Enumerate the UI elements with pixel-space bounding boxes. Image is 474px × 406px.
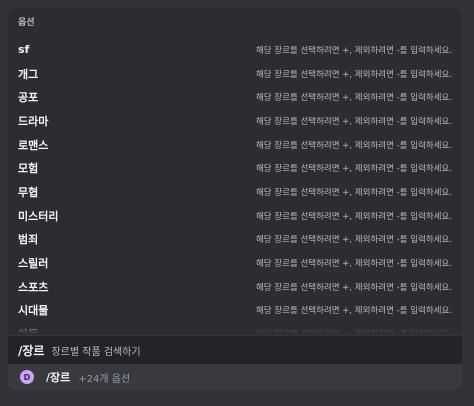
option-name: 시대물	[18, 304, 49, 318]
option-item[interactable]: 아동 해당 장르를 선택하려면 +, 제외하려면 -를 입력하세요.	[8, 322, 462, 334]
option-description: 해당 장르를 선택하려면 +, 제외하려면 -를 입력하세요.	[255, 282, 452, 293]
option-item[interactable]: 개그 해당 장르를 선택하려면 +, 제외하려면 -를 입력하세요.	[8, 62, 462, 86]
input-command-chip[interactable]: /장르	[46, 369, 70, 385]
option-item[interactable]: 스포츠 해당 장르를 선택하려면 +, 제외하려면 -를 입력하세요.	[8, 275, 462, 299]
options-header: 옵션	[18, 18, 35, 28]
option-name: 스릴러	[18, 257, 49, 271]
option-item[interactable]: sf 해당 장르를 선택하려면 +, 제외하려면 -를 입력하세요.	[8, 38, 462, 62]
option-description: 해당 장르를 선택하려면 +, 제외하려면 -를 입력하세요.	[255, 235, 452, 246]
option-name: 모험	[18, 162, 39, 176]
option-item[interactable]: 로맨스 해당 장르를 선택하려면 +, 제외하려면 -를 입력하세요.	[8, 133, 462, 157]
option-description: 해당 장르를 선택하려면 +, 제외하려면 -를 입력하세요.	[255, 211, 452, 222]
option-name: sf	[18, 43, 30, 57]
option-description: 해당 장르를 선택하려면 +, 제외하려면 -를 입력하세요.	[255, 69, 452, 80]
option-description: 해당 장르를 선택하려면 +, 제외하려면 -를 입력하세요.	[255, 259, 452, 270]
option-item[interactable]: 드라마 해당 장르를 선택하려면 +, 제외하려면 -를 입력하세요.	[8, 109, 462, 133]
command-preview[interactable]: /장르 장르별 작품 검색하기	[8, 336, 462, 364]
option-description: 해당 장르를 선택하려면 +, 제외하려면 -를 입력하세요.	[255, 187, 452, 198]
more-options-hint: +24개 옵션	[78, 373, 131, 385]
app-icon: D	[20, 370, 34, 384]
option-list: sf 해당 장르를 선택하려면 +, 제외하려면 -를 입력하세요. 개그 해당 장르…	[8, 38, 462, 334]
option-name: 개그	[18, 67, 39, 81]
option-name: 스포츠	[18, 280, 49, 294]
command-description: 장르별 작품 검색하기	[51, 346, 141, 358]
option-name: 드라마	[18, 114, 49, 128]
autocomplete-popup: 옵션 sf 해당 장르를 선택하려면 +, 제외하려면 -를 입력하세요. 개그 해당…	[8, 8, 462, 334]
option-item[interactable]: 무협 해당 장르를 선택하려면 +, 제외하려면 -를 입력하세요.	[8, 180, 462, 204]
option-item[interactable]: 시대물 해당 장르를 선택하려면 +, 제외하려면 -를 입력하세요.	[8, 299, 462, 323]
command-name: /장르	[18, 343, 45, 358]
option-description: 해당 장르를 선택하려면 +, 제외하려면 -를 입력하세요.	[255, 116, 452, 127]
option-description: 해당 장르를 선택하려면 +, 제외하려면 -를 입력하세요.	[256, 328, 452, 334]
option-name: 범죄	[18, 233, 39, 247]
option-item[interactable]: 미스터리 해당 장르를 선택하려면 +, 제외하려면 -를 입력하세요.	[8, 204, 462, 228]
option-item[interactable]: 범죄 해당 장르를 선택하려면 +, 제외하려면 -를 입력하세요.	[8, 228, 462, 252]
option-item[interactable]: 스릴러 해당 장르를 선택하려면 +, 제외하려면 -를 입력하세요.	[8, 251, 462, 275]
option-item[interactable]: 공포 해당 장르를 선택하려면 +, 제외하려면 -를 입력하세요.	[8, 85, 462, 109]
option-description: 해당 장르를 선택하려면 +, 제외하려면 -를 입력하세요.	[255, 306, 452, 317]
option-description: 해당 장르를 선택하려면 +, 제외하려면 -를 입력하세요.	[255, 164, 452, 175]
option-name: 무협	[18, 185, 39, 199]
option-description: 해당 장르를 선택하려면 +, 제외하려면 -를 입력하세요.	[255, 45, 452, 56]
option-item[interactable]: 모험 해당 장르를 선택하려면 +, 제외하려면 -를 입력하세요.	[8, 156, 462, 180]
option-name: 공포	[18, 91, 39, 105]
option-name: 로맨스	[18, 138, 49, 152]
option-description: 해당 장르를 선택하려면 +, 제외하려면 -를 입력하세요.	[255, 140, 452, 151]
message-input[interactable]: D /장르 +24개 옵션	[8, 364, 462, 390]
option-name: 아동	[18, 326, 38, 334]
option-name: 미스터리	[18, 209, 59, 223]
option-description: 해당 장르를 선택하려면 +, 제외하려면 -를 입력하세요.	[255, 93, 452, 104]
